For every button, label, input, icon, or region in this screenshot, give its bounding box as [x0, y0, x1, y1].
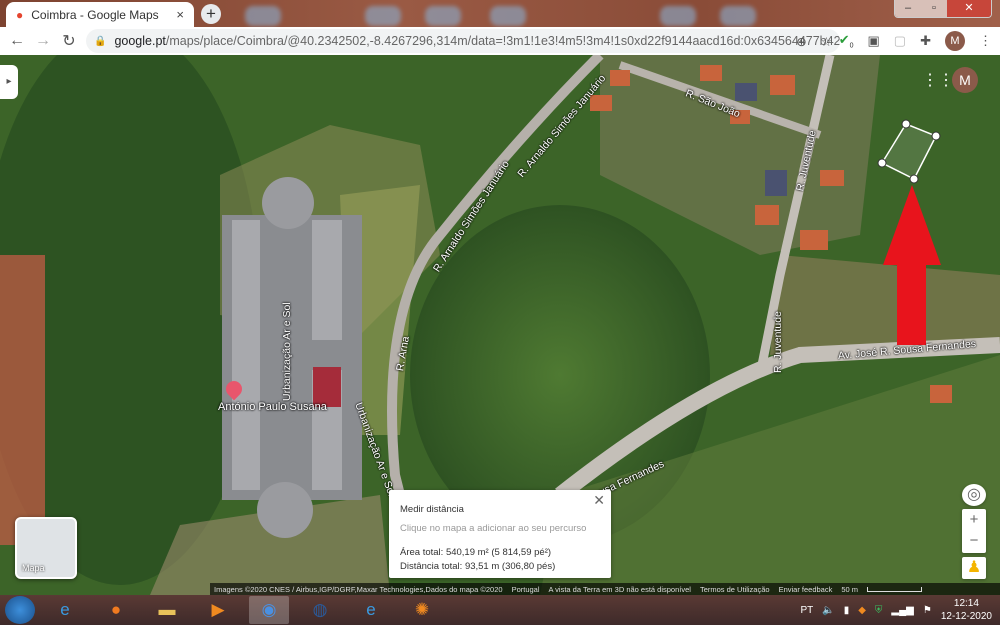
network-icon[interactable]: ▂▄▆	[891, 605, 913, 616]
country-link[interactable]: Portugal	[512, 585, 540, 594]
windows-taskbar: e ● ▬ ▶ ◉ ◍ e ✺ PT 🔈 ▮ ◆ ⛨ ▂▄▆ ⚑ 12:14 12…	[0, 595, 1000, 625]
clock[interactable]: 12:14 12-12-2020	[941, 597, 992, 623]
page-extension-icon[interactable]: ▢	[894, 33, 906, 49]
minimize-button[interactable]: –	[895, 0, 921, 17]
install-icon[interactable]: ⊕	[796, 34, 806, 49]
address-bar[interactable]: 🔒 google.pt/maps/place/Coimbra/@40.23425…	[86, 29, 840, 53]
zoom-controls: + −	[962, 509, 986, 553]
date: 12-12-2020	[940, 611, 992, 622]
collapse-panel-button[interactable]: ▸	[0, 65, 18, 99]
attribution-bar: Imagens ©2020 CNES / Airbus,IGP/DGRF,Max…	[210, 583, 1000, 595]
shield-tray-icon[interactable]: ⛨	[875, 605, 883, 616]
scale-label[interactable]: 50 m	[841, 585, 858, 594]
media-player-taskbar-icon[interactable]: ▶	[198, 596, 238, 624]
measure-distance-card: ✕ Medir distância Clique no mapa a adici…	[389, 490, 611, 578]
bookmark-star-icon[interactable]: ☆	[821, 34, 832, 49]
lock-icon: 🔒	[94, 35, 107, 47]
start-button[interactable]	[5, 596, 35, 624]
app-taskbar-icon[interactable]: ◍	[300, 596, 340, 624]
shield-extension-icon[interactable]: ✔0	[839, 32, 854, 50]
ie-alt-taskbar-icon[interactable]: e	[351, 596, 391, 624]
system-tray: PT 🔈 ▮ ◆ ⛨ ▂▄▆ ⚑ 12:14 12-12-2020	[800, 595, 992, 625]
layer-label: Mapa	[22, 563, 45, 573]
window-controls: – ▫ ✕	[894, 0, 992, 18]
feedback-link[interactable]: Enviar feedback	[779, 585, 833, 594]
ext-badge: 0	[849, 42, 854, 50]
explorer-taskbar-icon[interactable]: ▬	[147, 596, 187, 624]
close-icon[interactable]: ✕	[593, 492, 605, 509]
time: 12:14	[953, 598, 979, 609]
profile-avatar[interactable]: M	[945, 31, 965, 51]
tab-strip: ● Coimbra - Google Maps × + – ▫ ✕	[0, 0, 1000, 27]
scale-bar	[867, 586, 923, 592]
close-window-button[interactable]: ✕	[947, 0, 991, 17]
maximize-button[interactable]: ▫	[921, 0, 947, 17]
total-area: Área total: 540,19 m² (5 814,59 pé²)	[400, 547, 552, 558]
terms-link[interactable]: Termos de Utilização	[700, 585, 770, 594]
poi-label[interactable]: António Paulo Susana	[218, 401, 327, 413]
menu-kebab-icon[interactable]: ⋮	[979, 33, 992, 49]
zoom-out-button[interactable]: −	[962, 530, 986, 551]
settings-taskbar-icon[interactable]: ✺	[402, 596, 442, 624]
zoom-in-button[interactable]: +	[962, 509, 986, 530]
url-path: /maps/place/Coimbra/@40.2342502,-8.42672…	[165, 34, 840, 48]
camera-extension-icon[interactable]: ▣	[868, 33, 880, 49]
chrome-taskbar-icon[interactable]: ◉	[249, 596, 289, 624]
imagery-credits: Imagens ©2020 CNES / Airbus,IGP/DGRF,Max…	[214, 584, 503, 594]
flag-icon[interactable]: ⚑	[923, 605, 932, 616]
tab-close-icon[interactable]: ×	[176, 7, 184, 22]
new-tab-button[interactable]: +	[201, 4, 221, 24]
extensions-puzzle-icon[interactable]: ✚	[920, 33, 931, 49]
forward-icon[interactable]: →	[30, 32, 56, 50]
total-distance: Distância total: 93,51 m (306,80 pés)	[400, 561, 556, 572]
reload-icon[interactable]: ↻	[56, 31, 82, 51]
language-indicator[interactable]: PT	[800, 605, 813, 616]
back-icon[interactable]: ←	[4, 32, 30, 50]
account-avatar[interactable]: M	[952, 67, 978, 93]
tab-google-maps[interactable]: ● Coimbra - Google Maps ×	[6, 2, 194, 27]
toolbar: ← → ↻ 🔒 google.pt/maps/place/Coimbra/@40…	[0, 27, 1000, 55]
measure-hint: Clique no mapa a adicionar ao seu percur…	[400, 523, 587, 534]
volume-icon[interactable]: 🔈	[822, 605, 834, 616]
tab-title: Coimbra - Google Maps	[31, 7, 159, 22]
3d-unavailable-note: A vista da Terra em 3D não está disponív…	[548, 584, 691, 594]
url-host: google.pt	[114, 34, 166, 48]
ie-taskbar-icon[interactable]: e	[45, 596, 85, 624]
street-label: Urbanização Ar e Sol	[281, 302, 293, 401]
layer-switcher-map[interactable]: Mapa	[15, 517, 77, 579]
street-label: R. Juventude	[772, 311, 784, 373]
pegman-icon[interactable]: ♟	[962, 557, 986, 579]
power-icon[interactable]: ▮	[844, 605, 850, 616]
my-location-button[interactable]: ◎	[962, 484, 986, 506]
measure-title: Medir distância	[400, 504, 464, 515]
maps-pin-icon: ●	[16, 7, 24, 22]
satellite-map[interactable]: R. Arnaldo Simões Januário R. Arnaldo Si…	[0, 55, 1000, 595]
firefox-taskbar-icon[interactable]: ●	[96, 596, 136, 624]
fox-tray-icon[interactable]: ◆	[858, 605, 866, 616]
